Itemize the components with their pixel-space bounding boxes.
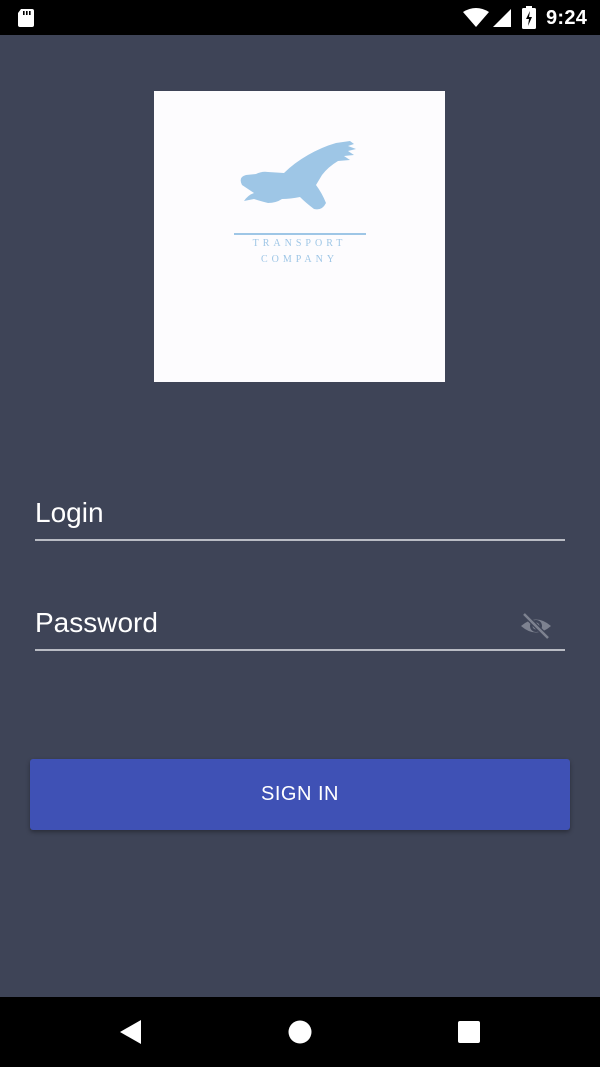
logo-line2: COMPANY <box>260 254 339 265</box>
battery-charging-icon <box>522 6 536 29</box>
status-time: 9:24 <box>546 7 588 29</box>
eagle-icon <box>240 141 356 210</box>
sign-in-button[interactable]: SIGN IN <box>30 759 570 830</box>
login-field <box>35 491 565 541</box>
login-input[interactable] <box>35 491 505 535</box>
home-icon[interactable] <box>283 1015 317 1049</box>
password-input[interactable] <box>35 601 505 645</box>
logo-divider <box>234 233 366 235</box>
status-bar: 9:24 <box>0 0 600 35</box>
wifi-icon <box>463 8 489 27</box>
eye-off-icon[interactable] <box>519 611 553 641</box>
recents-icon[interactable] <box>452 1015 486 1049</box>
logo-line1: TRANSPORT <box>252 238 347 249</box>
back-icon[interactable] <box>114 1015 148 1049</box>
password-field <box>35 601 565 651</box>
navigation-bar <box>0 997 600 1067</box>
company-logo: TRANSPORT COMPANY <box>154 91 445 382</box>
sd-card-icon <box>18 9 34 27</box>
signal-icon <box>493 9 511 27</box>
